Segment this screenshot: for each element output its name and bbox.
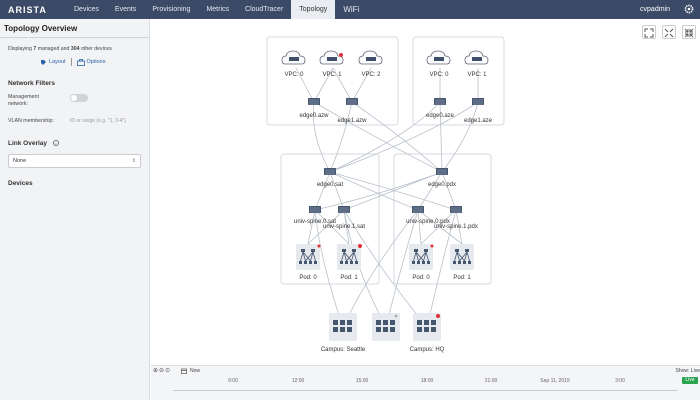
cloud-icon — [358, 50, 383, 65]
options-icon — [76, 58, 85, 66]
pin-icon — [41, 59, 46, 65]
sidebar: Topology Overview Displaying 7 managed a… — [0, 19, 150, 400]
tick-label: Sep 11, 2019 — [540, 378, 570, 384]
edge-label: edge1.aze — [464, 118, 493, 124]
nav-wifi[interactable]: WiFi — [335, 0, 367, 19]
network-filters-heading: Network Filters — [8, 80, 55, 87]
edge-label: edge0.sat — [317, 182, 344, 188]
vpc-label: VPC: 1 — [322, 72, 342, 78]
user-menu[interactable]: cvpadmin — [640, 0, 670, 19]
reset-zoom-icon[interactable]: ⊙ — [165, 367, 170, 374]
nav-events[interactable]: Events — [107, 0, 144, 19]
management-network-label: Management network: — [8, 94, 39, 107]
cloud-icon — [319, 50, 344, 65]
management-network-toggle[interactable] — [70, 94, 88, 102]
tick-label: 9:00 — [228, 378, 238, 384]
gear-icon[interactable] — [684, 4, 694, 14]
vlan-input[interactable]: ID or range (e.g. "1, 3-4") — [70, 118, 145, 124]
edge-label: edge0.pdx — [428, 182, 456, 188]
calendar-icon[interactable] — [181, 368, 187, 374]
topology-graph: VPC: 0 VPC: 1 VPC: 2 VPC: 0 VPC: 1 edge0… — [266, 36, 505, 353]
vpc-label: VPC: 0 — [284, 72, 304, 78]
zoom-out-icon[interactable]: ⊖ — [159, 367, 164, 374]
vpc-label: VPC: 1 — [467, 72, 487, 78]
vpc-label: VPC: 0 — [429, 72, 449, 78]
link-overlay-heading: Link Overlay — [8, 140, 48, 147]
link-overlay-select[interactable]: None ⇕ — [8, 154, 141, 168]
vpc-label: VPC: 2 — [361, 72, 381, 78]
zoom-in-icon[interactable]: ⊕ — [153, 367, 158, 374]
tick-label: 21:00 — [484, 378, 498, 384]
pod-label: Pod: 1 — [340, 275, 358, 281]
info-icon[interactable]: i — [53, 140, 59, 146]
campus-label: Campus: Seattle — [321, 347, 366, 353]
top-navigation-bar: ARISTA Devices Events Provisioning Metri… — [0, 0, 700, 19]
arista-logo[interactable]: ARISTA — [8, 5, 66, 15]
nav-topology[interactable]: Topology — [291, 0, 336, 19]
tick-label: 18:00 — [420, 378, 434, 384]
edge-label: edge1.azw — [337, 118, 367, 124]
show-label: Show: Live — [675, 368, 700, 374]
spine-label: univ-spine.1.sat — [323, 224, 365, 230]
options-button[interactable]: Options — [76, 58, 105, 66]
tick-label: 3:00 — [615, 378, 625, 384]
cloud-icon — [281, 50, 306, 65]
pod-label: Pod: 0 — [299, 275, 317, 281]
other-count: 304 — [70, 46, 80, 52]
timeline-track[interactable] — [173, 390, 678, 391]
nav-devices[interactable]: Devices — [66, 0, 107, 19]
layout-button[interactable]: Layout — [40, 59, 66, 66]
tick-label: 15:00 — [355, 378, 369, 384]
timeline-ticks: 9:00 12:00 15:00 18:00 21:00 Sep 11, 201… — [151, 378, 700, 388]
now-label[interactable]: Now — [190, 368, 200, 374]
campus-label: Campus: HQ — [410, 347, 445, 353]
page-title: Topology Overview — [4, 24, 78, 33]
pod-label: Pod: 1 — [453, 275, 471, 281]
cloud-icon — [464, 50, 489, 65]
tick-label: 12:00 — [291, 378, 305, 384]
edge-label: edge0.aze — [426, 113, 455, 119]
live-button[interactable]: Live — [682, 377, 698, 384]
edge-label: edge0.azw — [299, 113, 329, 119]
devices-heading: Devices — [8, 180, 33, 187]
nav-metrics[interactable]: Metrics — [198, 0, 237, 19]
cloud-icon — [426, 50, 451, 65]
main-nav: Devices Events Provisioning Metrics Clou… — [66, 0, 367, 19]
vlan-label: VLAN membership: — [8, 118, 54, 124]
sidebar-divider — [0, 37, 150, 38]
topology-canvas[interactable]: VPC: 0 VPC: 1 VPC: 2 VPC: 0 VPC: 1 edge0… — [151, 19, 700, 365]
pod-label: Pod: 0 — [412, 275, 430, 281]
device-count-summary: Displaying 7 managed and 304 other devic… — [8, 46, 112, 52]
spine-label: univ-spine.1.pdx — [434, 224, 478, 230]
nav-provisioning[interactable]: Provisioning — [144, 0, 198, 19]
timeline[interactable]: ⊕ ⊖ ⊙ Now 9:00 12:00 15:00 18:00 21:00 S… — [151, 365, 700, 400]
nav-cloudtracer[interactable]: CloudTracer — [237, 0, 291, 19]
